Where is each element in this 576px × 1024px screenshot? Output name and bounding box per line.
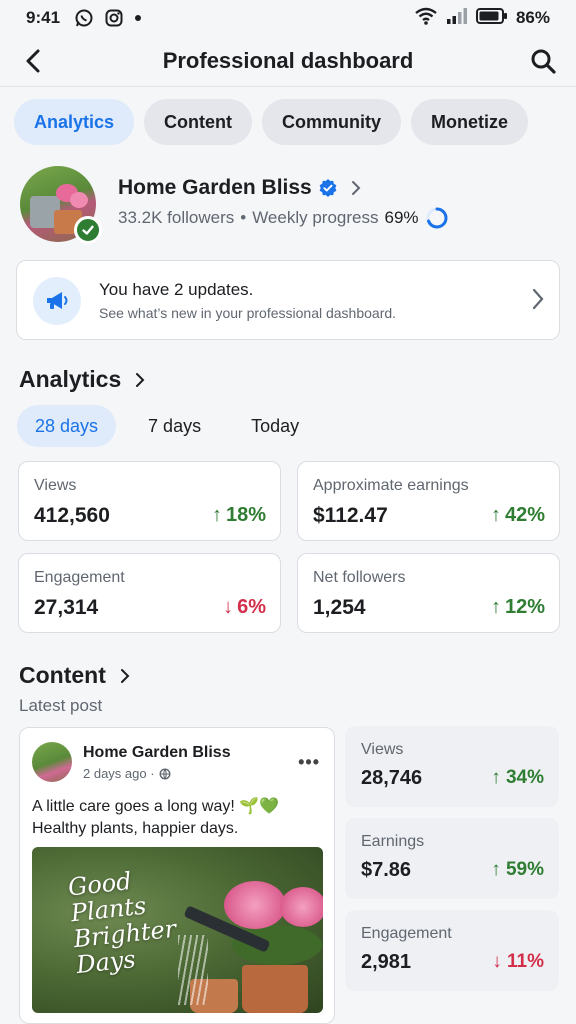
post-stat-engagement: Engagement 2,981 ↓ 11% [345, 910, 559, 991]
notification-dot-icon [134, 14, 142, 22]
arrow-down-icon: ↓ [223, 596, 234, 618]
metric-label: Approximate earnings [313, 477, 469, 494]
dashboard-tabs: Analytics Content Community Monetize [14, 99, 529, 145]
stat-value: 2,981 [361, 951, 412, 973]
profile-name: Home Garden Bliss [118, 176, 312, 199]
chevron-right-icon [120, 668, 130, 683]
status-bar: 9:41 86% [0, 0, 576, 36]
arrow-up-icon: ↑ [491, 859, 506, 880]
tab-monetize[interactable]: Monetize [411, 99, 529, 145]
profile-stats: 33.2K followers • Weekly progress 69% [118, 206, 449, 230]
metric-change: ↑ 18% [211, 504, 266, 526]
chevron-right-icon [351, 181, 361, 195]
latest-post-label: Latest post [19, 696, 103, 715]
profile-name-row[interactable]: Home Garden Bliss [118, 176, 362, 200]
globe-icon [159, 767, 171, 780]
stat-label: Views [361, 741, 404, 758]
range-7-days[interactable]: 7 days [130, 405, 219, 447]
metric-change: ↑ 42% [490, 504, 545, 526]
status-time: 9:41 [26, 8, 61, 27]
metric-value: 412,560 [34, 504, 110, 527]
verified-badge-icon [319, 179, 337, 197]
back-button[interactable] [18, 46, 48, 76]
latest-post-card[interactable]: Home Garden Bliss 2 days ago · ••• A lit… [19, 727, 335, 1024]
stats-separator: • [240, 208, 247, 227]
metric-card-net-followers[interactable]: Net followers 1,254 ↑ 12% [297, 553, 560, 633]
arrow-up-icon: ↑ [490, 596, 501, 618]
content-section-header[interactable]: Content [19, 662, 130, 689]
range-28-days[interactable]: 28 days [17, 405, 117, 447]
content-title: Content [19, 662, 106, 688]
metric-label: Engagement [34, 569, 125, 586]
post-author: Home Garden Bliss [83, 744, 231, 761]
post-stat-views: Views 28,746 ↑ 34% [345, 726, 559, 807]
chevron-left-icon [26, 49, 40, 73]
megaphone-icon [33, 277, 81, 325]
search-icon [531, 49, 556, 74]
stat-label: Engagement [361, 925, 452, 942]
top-app-bar: Professional dashboard [0, 38, 576, 84]
metric-card-engagement[interactable]: Engagement 27,314 ↓ 6% [18, 553, 281, 633]
header-divider [0, 86, 576, 87]
status-check-icon [74, 216, 102, 244]
metric-card-views[interactable]: Views 412,560 ↑ 18% [18, 461, 281, 541]
metric-value: $112.47 [313, 504, 388, 527]
battery-icon [475, 7, 508, 30]
post-image[interactable]: Good Plants Brighter Days [32, 847, 323, 1013]
range-today[interactable]: Today [233, 405, 317, 447]
search-button[interactable] [528, 46, 558, 76]
page-title: Professional dashboard [162, 48, 414, 73]
stat-value: $7.86 [361, 859, 412, 881]
updates-title: You have 2 updates. [99, 280, 254, 299]
analytics-section-header[interactable]: Analytics [19, 366, 145, 393]
metric-change: ↑ 12% [490, 596, 545, 618]
updates-card[interactable]: You have 2 updates. See what’s new in yo… [16, 260, 560, 340]
stat-change: ↑ 59% [491, 859, 544, 880]
date-range-selector: 28 days 7 days Today [17, 405, 331, 447]
post-time: 2 days ago · [83, 766, 155, 781]
tab-content[interactable]: Content [144, 99, 253, 145]
more-options-icon[interactable]: ••• [298, 752, 320, 773]
chevron-right-icon [531, 287, 545, 316]
updates-subtitle: See what’s new in your professional dash… [99, 305, 397, 321]
arrow-down-icon: ↓ [492, 951, 508, 972]
arrow-up-icon: ↑ [490, 504, 501, 526]
battery-percent: 86% [515, 8, 550, 27]
stat-change: ↓ 11% [492, 951, 544, 972]
weekly-progress-label: Weekly progress [252, 208, 379, 227]
stat-label: Earnings [361, 833, 425, 850]
wifi-icon [414, 6, 438, 31]
arrow-up-icon: ↑ [491, 767, 506, 788]
analytics-title: Analytics [19, 366, 122, 392]
post-image-text: Good Plants Brighter Days [66, 867, 178, 980]
metric-value: 27,314 [34, 596, 99, 619]
post-meta: 2 days ago · [83, 766, 171, 781]
stat-change: ↑ 34% [491, 767, 544, 788]
metric-label: Net followers [313, 569, 406, 586]
metric-label: Views [34, 477, 77, 494]
post-avatar [32, 742, 72, 782]
follower-count: 33.2K followers [118, 208, 235, 227]
chevron-right-icon [136, 372, 145, 387]
post-caption: A little care goes a long way! 🌱💚 Health… [32, 798, 280, 837]
metric-value: 1,254 [313, 596, 366, 619]
metric-card-earnings[interactable]: Approximate earnings $112.47 ↑ 42% [297, 461, 560, 541]
tab-analytics[interactable]: Analytics [14, 99, 135, 145]
post-stat-earnings: Earnings $7.86 ↑ 59% [345, 818, 559, 899]
weekly-progress-value: 69% [384, 208, 419, 227]
whatsapp-icon [74, 8, 94, 28]
stat-value: 28,746 [361, 767, 423, 789]
metric-change: ↓ 6% [223, 596, 266, 618]
signal-icon [446, 7, 468, 30]
instagram-icon [104, 8, 124, 28]
tab-community[interactable]: Community [262, 99, 402, 145]
profile-header[interactable]: Home Garden Bliss 33.2K followers • Week… [20, 166, 560, 246]
progress-ring [426, 207, 448, 229]
arrow-up-icon: ↑ [211, 504, 222, 526]
